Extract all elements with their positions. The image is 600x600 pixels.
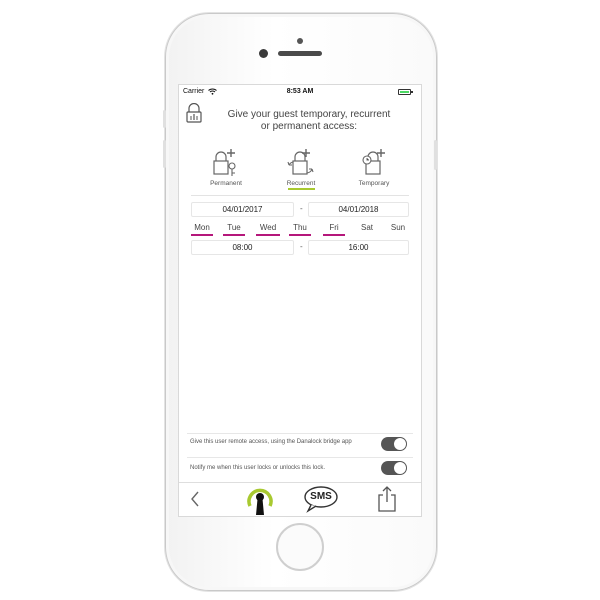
notify-option: Notify me when this user locks or unlock… — [187, 457, 413, 480]
recurrent-lock-icon — [287, 149, 314, 175]
access-permanent-label: Permanent — [210, 180, 242, 187]
start-time-field[interactable]: 08:00 — [191, 240, 294, 255]
power-button — [434, 140, 437, 170]
back-button[interactable] — [187, 486, 203, 512]
sms-label: SMS — [310, 491, 332, 502]
permanent-key-icon — [213, 149, 236, 176]
status-time: 8:53 AM — [286, 88, 314, 95]
access-permanent-option[interactable]: Permanent — [196, 147, 256, 187]
access-temporary-label: Temporary — [358, 180, 390, 187]
app-screen: Carrier 8:53 AM Give your guest temporar… — [178, 84, 422, 517]
day-mon[interactable]: Mon — [191, 223, 213, 236]
day-label: Sat — [360, 223, 373, 232]
page-title: Give your guest temporary, recurrent or … — [209, 109, 409, 133]
temporary-clock-icon — [362, 149, 385, 175]
day-sun[interactable]: Sun — [387, 223, 409, 232]
title-line-1: Give your guest temporary, recurrent — [227, 109, 391, 120]
day-thu[interactable]: Thu — [289, 223, 311, 236]
front-camera — [259, 49, 268, 58]
lock-unlock-icon — [247, 488, 273, 515]
day-active-underline — [323, 234, 345, 236]
day-label: Sun — [390, 223, 406, 232]
earpiece — [278, 51, 322, 56]
start-date-field[interactable]: 04/01/2017 — [191, 202, 294, 217]
day-label: Fri — [329, 223, 339, 232]
volume-button — [163, 140, 166, 168]
status-bar: Carrier 8:53 AM — [179, 85, 421, 99]
notify-text: Notify me when this user locks or unlock… — [190, 465, 326, 471]
front-sensor — [297, 38, 303, 44]
share-button[interactable] — [375, 485, 399, 513]
volume-button — [163, 110, 166, 128]
day-active-underline — [289, 234, 311, 236]
battery-icon — [398, 89, 411, 95]
lock-icon — [185, 102, 203, 123]
end-time-field[interactable]: 16:00 — [308, 240, 409, 255]
home-button[interactable] — [276, 523, 324, 571]
day-label: Thu — [293, 223, 307, 232]
day-label: Wed — [259, 223, 277, 232]
access-temporary-option[interactable]: Temporary — [344, 147, 404, 187]
notify-toggle[interactable] — [381, 461, 407, 475]
selected-indicator — [288, 188, 315, 190]
chevron-left-icon — [191, 491, 199, 507]
bottom-toolbar: SMS — [179, 482, 421, 516]
remote-access-text: Give this user remote access, using the … — [190, 439, 352, 445]
time-separator: - — [300, 242, 303, 251]
remote-access-toggle[interactable] — [381, 437, 407, 451]
end-date-field[interactable]: 04/01/2018 — [308, 202, 409, 217]
day-tue[interactable]: Tue — [223, 223, 245, 236]
day-active-underline — [223, 234, 245, 236]
day-label: Tue — [227, 223, 241, 232]
day-active-underline — [256, 234, 280, 236]
divider — [191, 195, 409, 196]
unlock-button[interactable] — [245, 484, 275, 515]
battery-tip — [411, 91, 413, 93]
access-recurrent-option[interactable]: Recurrent — [271, 147, 331, 190]
day-fri[interactable]: Fri — [323, 223, 345, 236]
toggle-knob — [394, 462, 406, 474]
toggle-knob — [394, 438, 406, 450]
sms-button[interactable]: SMS — [303, 485, 339, 513]
title-line-2: or permanent access: — [260, 121, 358, 132]
date-separator: - — [300, 204, 303, 213]
share-icon — [378, 486, 396, 512]
day-label: Mon — [194, 223, 210, 232]
day-sat[interactable]: Sat — [356, 223, 378, 232]
access-recurrent-label: Recurrent — [286, 180, 316, 187]
day-active-underline — [191, 234, 213, 236]
day-wed[interactable]: Wed — [256, 223, 280, 236]
remote-access-option: Give this user remote access, using the … — [187, 433, 413, 456]
